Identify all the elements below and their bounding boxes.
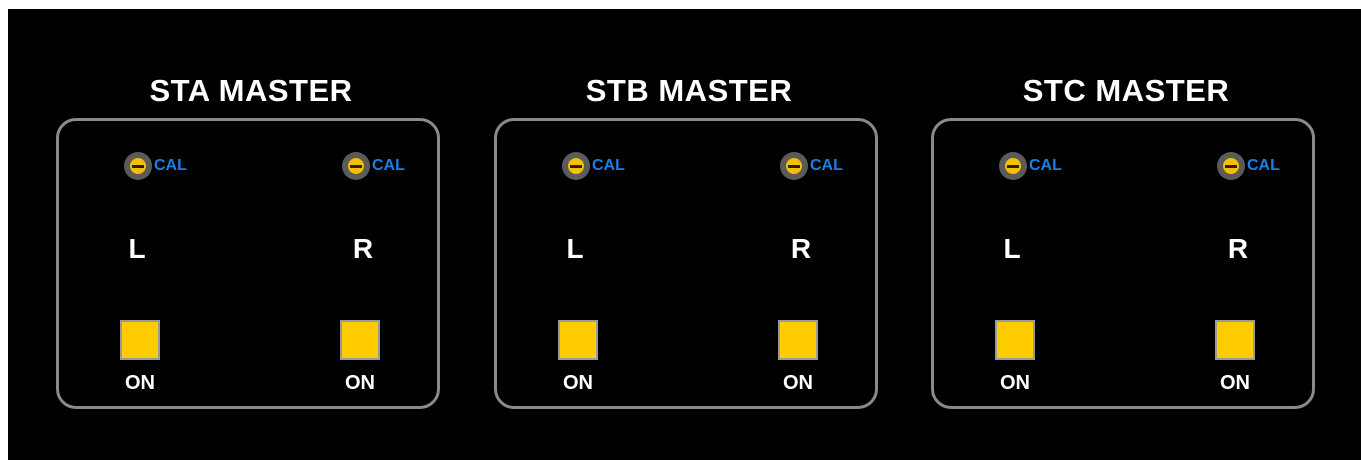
- section-box: CAL L ON CAL R ON: [494, 118, 878, 409]
- trim-screw-icon[interactable]: [562, 152, 590, 180]
- on-button[interactable]: [778, 320, 818, 360]
- channel-letter: R: [1227, 233, 1249, 264]
- channel-left: CAL L ON: [995, 121, 1109, 412]
- on-button[interactable]: [995, 320, 1035, 360]
- on-label: ON: [1220, 372, 1250, 394]
- cal-control: CAL: [999, 152, 1062, 180]
- on-label: ON: [125, 372, 155, 394]
- on-button[interactable]: [340, 320, 380, 360]
- channel-letter: L: [1003, 233, 1021, 264]
- cal-label: CAL: [1247, 157, 1280, 174]
- on-label: ON: [345, 372, 375, 394]
- on-label: ON: [563, 372, 593, 394]
- channel-letter: R: [352, 233, 374, 264]
- section-title: STC MASTER: [1022, 73, 1230, 108]
- trim-screw-icon[interactable]: [1217, 152, 1245, 180]
- section-sta-master: STA MASTER CAL L ON CAL R ON: [56, 9, 446, 429]
- cal-label: CAL: [372, 157, 405, 174]
- cal-control: CAL: [342, 152, 405, 180]
- channel-right: CAL R ON: [778, 121, 890, 412]
- channel-right: CAL R ON: [1215, 121, 1327, 412]
- section-stc-master: STC MASTER CAL L ON CAL R ON: [931, 9, 1321, 429]
- section-stb-master: STB MASTER CAL L ON CAL R ON: [494, 9, 884, 429]
- trim-screw-icon[interactable]: [999, 152, 1027, 180]
- cal-control: CAL: [1217, 152, 1280, 180]
- section-box: CAL L ON CAL R ON: [931, 118, 1315, 409]
- trim-screw-icon[interactable]: [780, 152, 808, 180]
- channel-left: CAL L ON: [120, 121, 234, 412]
- cal-label: CAL: [810, 157, 843, 174]
- channel-left: CAL L ON: [558, 121, 672, 412]
- section-title: STB MASTER: [585, 73, 793, 108]
- on-label: ON: [1000, 372, 1030, 394]
- section-title: STA MASTER: [149, 73, 353, 108]
- cal-control: CAL: [124, 152, 187, 180]
- master-panel: STA MASTER CAL L ON CAL R ON STB MASTER …: [8, 9, 1361, 460]
- cal-control: CAL: [562, 152, 625, 180]
- on-button[interactable]: [120, 320, 160, 360]
- channel-right: CAL R ON: [340, 121, 452, 412]
- cal-label: CAL: [154, 157, 187, 174]
- on-button[interactable]: [1215, 320, 1255, 360]
- trim-screw-icon[interactable]: [124, 152, 152, 180]
- channel-letter: L: [566, 233, 584, 264]
- on-button[interactable]: [558, 320, 598, 360]
- on-label: ON: [783, 372, 813, 394]
- channel-letter: L: [128, 233, 146, 264]
- cal-control: CAL: [780, 152, 843, 180]
- cal-label: CAL: [1029, 157, 1062, 174]
- section-box: CAL L ON CAL R ON: [56, 118, 440, 409]
- cal-label: CAL: [592, 157, 625, 174]
- channel-letter: R: [790, 233, 812, 264]
- trim-screw-icon[interactable]: [342, 152, 370, 180]
